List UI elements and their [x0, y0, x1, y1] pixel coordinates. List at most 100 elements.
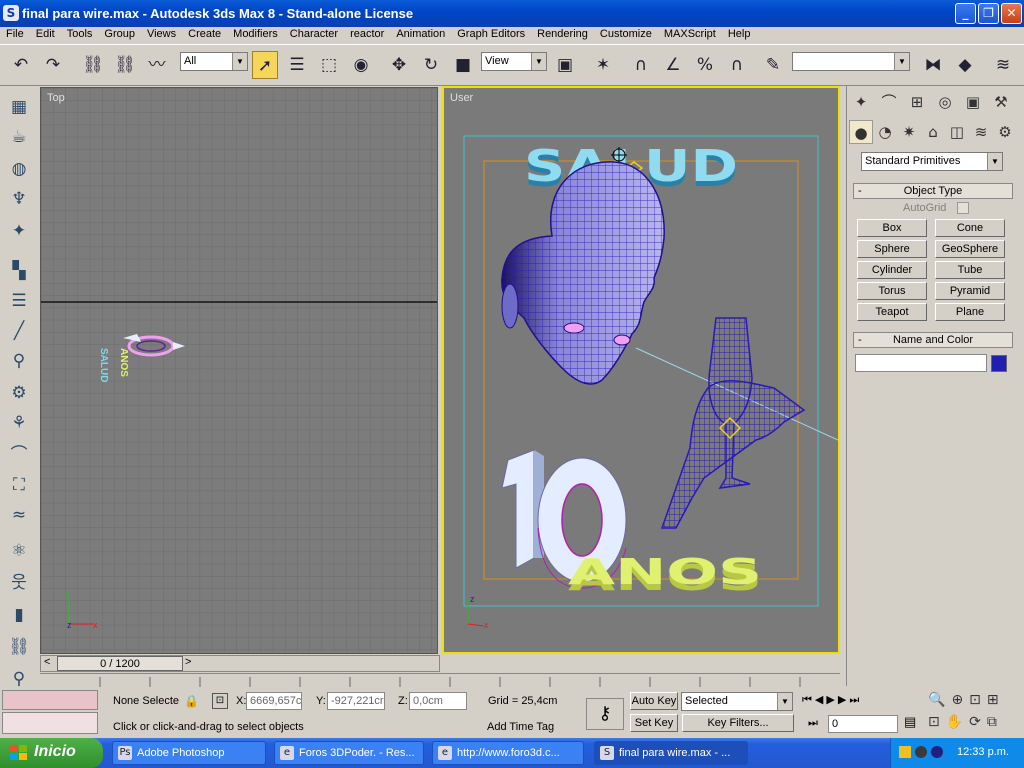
sphere-icon[interactable]: ◍: [6, 156, 32, 182]
next-frame-icon[interactable]: ▶: [838, 693, 849, 706]
menu-file[interactable]: File: [0, 27, 30, 40]
menu-views[interactable]: Views: [141, 27, 182, 40]
time-next-button[interactable]: >: [185, 656, 191, 668]
bend-icon[interactable]: ⌒: [6, 442, 32, 468]
clock[interactable]: 12:33 p.m.: [957, 746, 1009, 758]
pan-icon[interactable]: ✋: [946, 714, 969, 730]
track-bar[interactable]: [40, 673, 840, 687]
pivot-point-icon[interactable]: ▣: [552, 51, 578, 79]
menu-create[interactable]: Create: [182, 27, 227, 40]
menu-help[interactable]: Help: [722, 27, 757, 40]
menu-maxscript[interactable]: MAXScript: [658, 27, 722, 40]
motion-tab-icon[interactable]: ◎: [933, 90, 957, 114]
paint-icon[interactable]: ⚲: [6, 348, 32, 374]
time-configuration-icon[interactable]: ▤: [904, 714, 916, 730]
auto-key-button[interactable]: Auto Key: [630, 692, 678, 710]
menu-rendering[interactable]: Rendering: [531, 27, 594, 40]
modify-tab-icon[interactable]: ⌒: [877, 90, 901, 114]
restore-button[interactable]: ❐: [978, 3, 999, 24]
window-crossing-icon[interactable]: ◉: [348, 51, 374, 79]
align-icon[interactable]: ◆: [952, 51, 978, 79]
select-object-icon[interactable]: ➚: [252, 51, 278, 79]
tube-button[interactable]: Tube: [935, 261, 1005, 279]
collapse-icon[interactable]: -: [858, 333, 862, 347]
play-icon[interactable]: ▶: [826, 693, 837, 706]
layer-manager-icon[interactable]: ≋: [990, 51, 1016, 79]
torus-button[interactable]: Torus: [857, 282, 927, 300]
selection-filter-dropdown[interactable]: All ▼: [180, 52, 248, 71]
named-selection-dropdown[interactable]: ▼: [792, 52, 910, 71]
book-icon[interactable]: ▮: [6, 602, 32, 628]
gear-icon[interactable]: ⚙: [6, 380, 32, 406]
geometry-icon[interactable]: ●: [849, 120, 873, 144]
autogrid-checkbox[interactable]: [957, 202, 969, 214]
reference-coordinate-dropdown[interactable]: View ▼: [481, 52, 547, 71]
link-icon[interactable]: ⛓: [6, 634, 32, 660]
select-by-name-icon[interactable]: ☰: [284, 51, 310, 79]
maxscript-listener-mini-bottom[interactable]: [2, 712, 98, 734]
set-key-icon[interactable]: ⚷: [586, 698, 624, 730]
anos-text-object[interactable]: ANOS ANOS: [568, 552, 762, 599]
create-box-icon[interactable]: ▦: [6, 94, 32, 120]
plane-button[interactable]: Plane: [935, 303, 1005, 321]
spinner-snap-icon[interactable]: ∩: [724, 51, 750, 79]
minimize-button[interactable]: _: [955, 3, 976, 24]
absolute-mode-icon[interactable]: ⊡: [212, 693, 228, 709]
object-type-rollout[interactable]: - Object Type: [853, 183, 1013, 199]
lamp-icon[interactable]: ♆: [6, 186, 32, 212]
task-foro3d-url[interactable]: e http://www.foro3d.c...: [432, 741, 584, 765]
bone-icon[interactable]: ╱: [6, 318, 32, 344]
menu-edit[interactable]: Edit: [30, 27, 61, 40]
stack-icon[interactable]: ☰: [6, 288, 32, 314]
menu-tools[interactable]: Tools: [61, 27, 99, 40]
select-and-rotate-icon[interactable]: ↻: [418, 51, 444, 79]
systems-icon[interactable]: ⚙: [993, 120, 1017, 144]
task-3dsmax[interactable]: Sfinal para wire.max - ...: [594, 741, 748, 765]
maxscript-listener-mini-top[interactable]: [2, 690, 98, 710]
key-filters-button[interactable]: Key Filters...: [682, 714, 794, 732]
go-to-start-icon[interactable]: ⏮: [802, 693, 815, 706]
tray-volume-icon[interactable]: [915, 746, 927, 758]
edit-named-selection-icon[interactable]: ✎: [760, 51, 786, 79]
select-and-move-icon[interactable]: ✥: [386, 51, 412, 79]
undo-icon[interactable]: ↶: [8, 51, 34, 79]
time-slider[interactable]: < 0 / 1200 >: [40, 655, 440, 672]
x-coordinate-field[interactable]: 6669,657c: [246, 692, 302, 710]
viewport-label-top[interactable]: Top: [47, 92, 65, 104]
menu-modifiers[interactable]: Modifiers: [227, 27, 284, 40]
teapot-icon[interactable]: ☕: [6, 124, 32, 150]
menu-animation[interactable]: Animation: [390, 27, 451, 40]
menu-reactor[interactable]: reactor: [344, 27, 390, 40]
y-coordinate-field[interactable]: -927,221cr: [327, 692, 385, 710]
cone-button[interactable]: Cone: [935, 219, 1005, 237]
rectangular-selection-icon[interactable]: ⬚: [316, 51, 342, 79]
sphere-button[interactable]: Sphere: [857, 240, 927, 258]
manipulate-icon[interactable]: ✶: [590, 51, 616, 79]
set-key-button[interactable]: Set Key: [630, 714, 678, 732]
snap-toggle-icon[interactable]: ∩: [628, 51, 654, 79]
region-zoom-icon[interactable]: ⊡: [928, 714, 946, 730]
hierarchy-tab-icon[interactable]: ⊞: [905, 90, 929, 114]
object-name-field[interactable]: [855, 354, 987, 372]
utilities-tab-icon[interactable]: ⚒: [989, 90, 1013, 114]
task-foros-3dpoder[interactable]: e Foros 3DPoder. - Res...: [274, 741, 424, 765]
viewport-label-user[interactable]: User: [450, 92, 473, 104]
bind-to-space-warp-icon[interactable]: 〰: [144, 51, 170, 79]
lights-icon[interactable]: ✷: [897, 120, 921, 144]
start-button[interactable]: Inicio: [0, 738, 103, 768]
arc-rotate-icon[interactable]: ⟳: [969, 714, 987, 730]
redo-icon[interactable]: ↷: [40, 51, 66, 79]
select-and-link-icon[interactable]: ⛓: [80, 51, 106, 79]
unlink-selection-icon[interactable]: ⛓: [112, 51, 138, 79]
name-and-color-rollout[interactable]: - Name and Color: [853, 332, 1013, 348]
create-tab-icon[interactable]: ✦: [849, 90, 873, 114]
time-slider-knob[interactable]: 0 / 1200: [57, 656, 183, 671]
tray-app-icon[interactable]: [899, 746, 911, 758]
time-prev-button[interactable]: <: [44, 656, 50, 668]
pyramid-button[interactable]: Pyramid: [935, 282, 1005, 300]
task-photoshop[interactable]: Ps Adobe Photoshop: [112, 741, 266, 765]
maximize-viewport-icon[interactable]: ⧉: [987, 714, 1003, 730]
atom-icon[interactable]: ⚛: [6, 538, 32, 564]
menu-character[interactable]: Character: [284, 27, 344, 40]
geosphere-button[interactable]: GeoSphere: [935, 240, 1005, 258]
